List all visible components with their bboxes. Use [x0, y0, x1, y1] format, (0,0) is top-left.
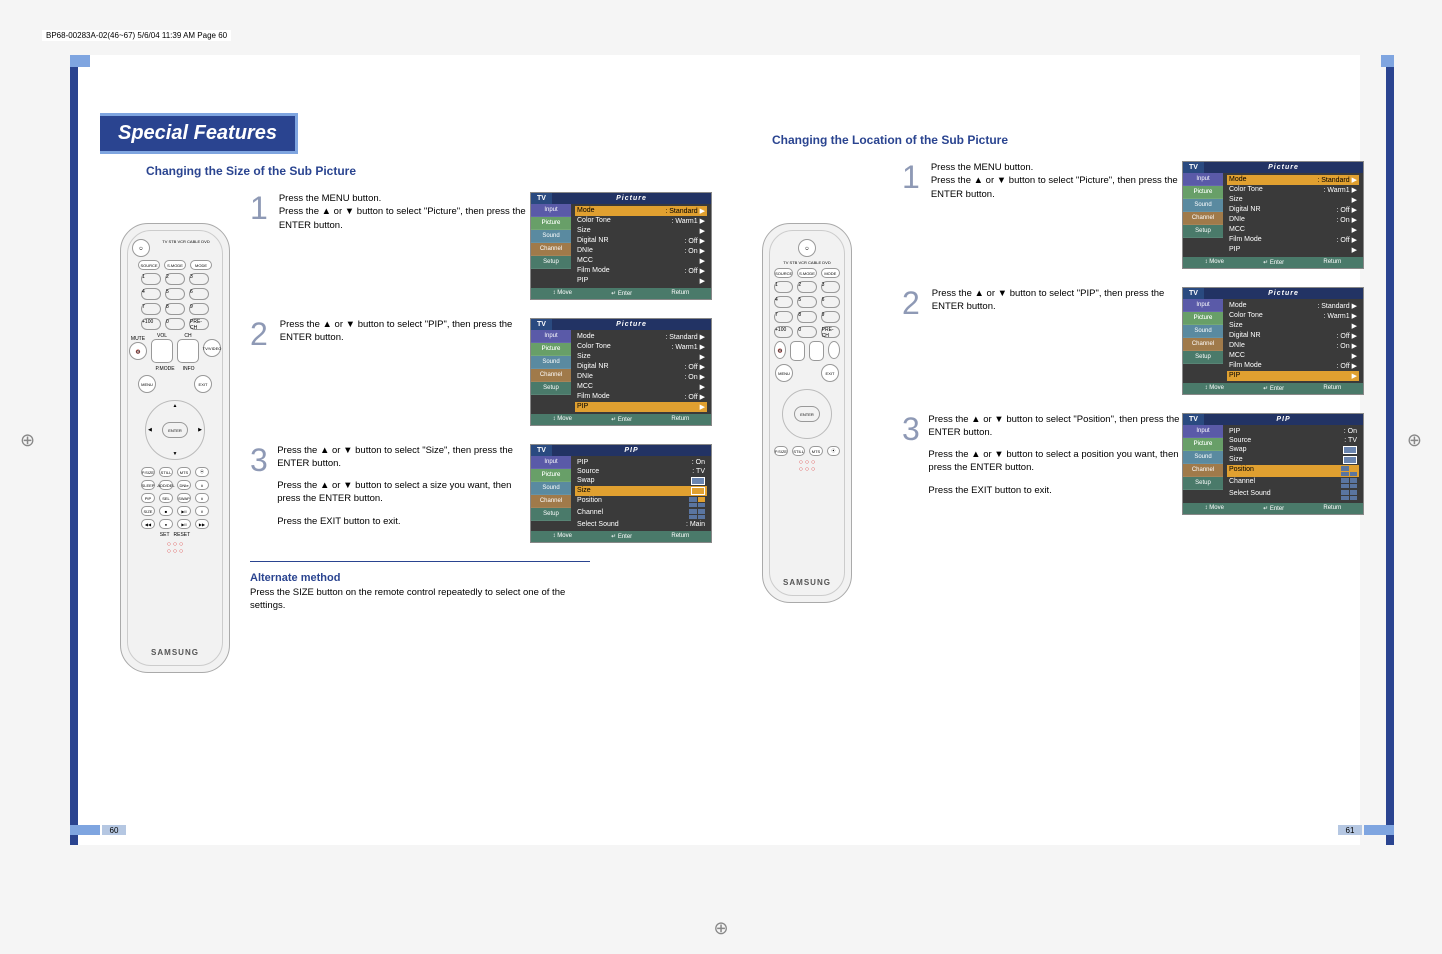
up-arrow-icon: ▲ — [173, 403, 178, 409]
osd-picture-1-right: TVPicture Input Picture Sound Channel Se… — [1182, 161, 1364, 269]
remote-logo: SAMSUNG — [151, 648, 199, 657]
up-small: ∧ — [195, 480, 209, 490]
nav-joystick: ▲ ▼ ◀ ▶ ENTER — [145, 400, 205, 460]
osd-tab-input: Input — [531, 204, 571, 217]
step-number-1: 1 — [250, 192, 271, 224]
num-9: 9 — [189, 303, 209, 315]
power-button-r: ⏻ — [798, 239, 816, 257]
sel-button: SEL — [159, 493, 173, 503]
osd-tab-channel: Channel — [531, 243, 571, 256]
crop-mark-bottom: ⊕ — [713, 918, 728, 939]
step-number-3: 3 — [250, 444, 269, 476]
num-1: 1 — [141, 273, 161, 285]
sleep-button: SLEEP — [141, 480, 155, 490]
osd-tab-picture: Picture — [531, 217, 571, 230]
left-arrow-icon: ◀ — [148, 427, 152, 433]
source-button: SOURCE — [138, 260, 160, 270]
alt-method-text: Press the SIZE button on the remote cont… — [250, 586, 570, 613]
section-title-left: Changing the Size of the Sub Picture — [146, 164, 712, 178]
swap-button: SWAP — [177, 493, 191, 503]
step1-text-right: Press the MENU button. Press the ▲ or ▼ … — [931, 161, 1182, 201]
step-number-2: 2 — [250, 318, 272, 350]
nav-joystick-r: ENTER — [782, 389, 832, 439]
top-accent-right — [742, 55, 1394, 67]
num-4: 4 — [141, 288, 161, 300]
osd-picture-2-right: TVPicture Input Picture Sound Channel Se… — [1182, 287, 1364, 395]
num-8: 8 — [165, 303, 185, 315]
chup-small: ∧ — [195, 493, 209, 503]
step3-text-right: Press the ▲ or ▼ button to select "Posit… — [928, 413, 1182, 497]
num-6: 6 — [189, 288, 209, 300]
step1-text-left: Press the MENU button. Press the ▲ or ▼ … — [279, 192, 530, 232]
crop-mark-left: ⊕ — [20, 430, 35, 451]
tvvideo-button: TV/VIDEO — [203, 339, 221, 357]
psize-button: P.SIZE — [141, 467, 155, 477]
mode-button: MODE — [190, 260, 212, 270]
exit-button: EXIT — [194, 375, 212, 393]
chapter-title: Special Features — [100, 113, 298, 154]
rec-button: ● — [159, 519, 173, 529]
osd-tab-sound: Sound — [531, 230, 571, 243]
led-dots: ○ ○ ○○ ○ ○ — [167, 541, 184, 555]
side-stripe-right — [1386, 55, 1394, 845]
dnie-button: DNIe — [177, 480, 191, 490]
size-button: SIZE — [141, 506, 155, 516]
remote-control-illustration: ⏻TV STB VCR CABLE DVD SOURCE S.MODE MODE 1… — [120, 223, 230, 673]
step2-text-right: Press the ▲ or ▼ button to select "PIP",… — [932, 287, 1182, 314]
pip-button: PIP — [141, 493, 155, 503]
playpause-button: ▶II — [177, 506, 191, 516]
step3-text-left: Press the ▲ or ▼ button to select "Size"… — [277, 444, 530, 528]
power-button: ⏻ — [132, 239, 150, 257]
mute-button: 🔇 — [129, 342, 147, 360]
page-right: Changing the Location of the Sub Picture… — [742, 55, 1394, 845]
mts-button: MTS — [177, 467, 191, 477]
spread: Special Features Changing the Size of th… — [70, 55, 1360, 845]
page-number-left: 60 — [70, 825, 126, 835]
osd-tab-setup: Setup — [531, 256, 571, 269]
down-arrow-icon: ▼ — [173, 451, 178, 457]
osd-picture-2-left: TVPicture Input Picture Sound Channel Se… — [530, 318, 712, 426]
num-2: 2 — [165, 273, 185, 285]
osd-pip-left: TVPIP Input Picture Sound Channel Setup … — [530, 444, 712, 543]
alt-method-title: Alternate method — [250, 566, 340, 584]
adddel-button: ADD/DEL — [159, 480, 173, 490]
num-3: 3 — [189, 273, 209, 285]
crop-mark-right: ⊕ — [1407, 430, 1422, 451]
ch-rocker — [177, 339, 199, 363]
osd-pip-right: TVPIP Input Picture Sound Channel Setup … — [1182, 413, 1364, 515]
still-button: STILL — [159, 467, 173, 477]
enter-button: ENTER — [162, 422, 188, 438]
num-7: 7 — [141, 303, 161, 315]
rew-button: ◀◀ — [141, 519, 155, 529]
print-header: BP68-00283A-02(46~67) 5/6/04 11:39 AM Pa… — [42, 30, 231, 41]
plus100-button: +100 — [141, 318, 161, 330]
osd-picture-1-left: TVPicture Input Picture Sound Channel Se… — [530, 192, 712, 300]
play-button: ▶II — [177, 519, 191, 529]
page-number-right: 61 — [1338, 825, 1394, 835]
step2-text-left: Press the ▲ or ▼ button to select "PIP",… — [280, 318, 530, 345]
mute-r: 🔇 — [774, 341, 786, 359]
stop-button: ■ — [159, 506, 173, 516]
vol-rocker — [151, 339, 173, 363]
prech-button: PRE-CH — [189, 318, 209, 330]
srs-button: ⦿ — [195, 467, 209, 477]
menu-button: MENU — [138, 375, 156, 393]
right-arrow-icon: ▶ — [198, 427, 202, 433]
page-left: Special Features Changing the Size of th… — [70, 55, 742, 845]
num-5: 5 — [165, 288, 185, 300]
top-accent-left — [70, 55, 742, 67]
chdown-small: ∨ — [195, 506, 209, 516]
num-0: 0 — [165, 318, 185, 330]
remote-control-illustration-right: ⏻ TV STB VCR CABLE DVD SOURCES.MODEMODE … — [762, 223, 852, 603]
side-stripe-left — [70, 55, 78, 845]
section-title-right: Changing the Location of the Sub Picture — [772, 133, 1364, 147]
smode-button: S.MODE — [164, 260, 186, 270]
device-row-label: TV STB VCR CABLE DVD — [154, 239, 218, 257]
ff-button: ▶▶ — [195, 519, 209, 529]
